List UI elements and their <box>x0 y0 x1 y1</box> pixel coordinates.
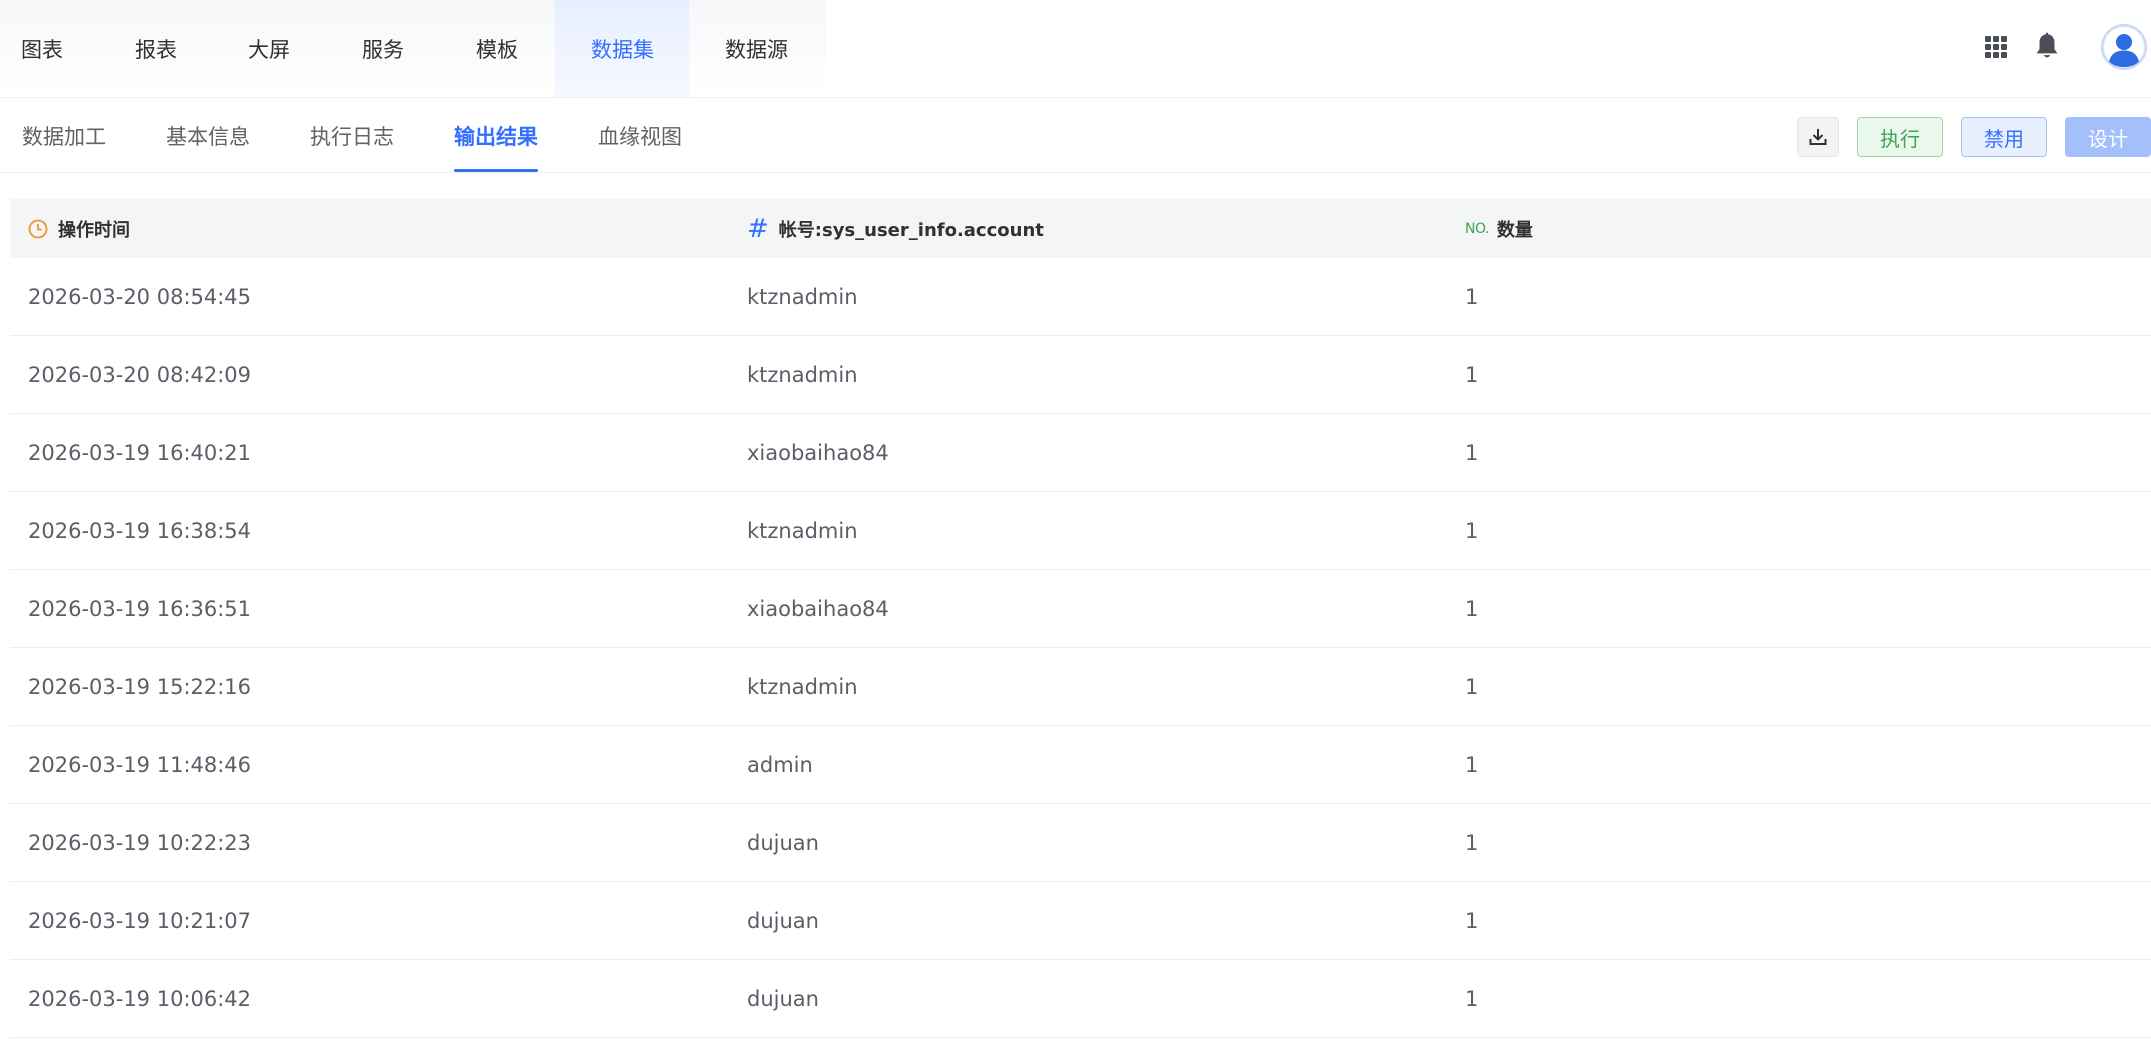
cell-time: 2026-03-19 10:22:23 <box>28 831 252 855</box>
nav-item-templates[interactable]: 模板 <box>476 0 518 97</box>
cell-time: 2026-03-19 10:06:42 <box>28 987 252 1011</box>
clock-icon <box>28 219 48 239</box>
cell-count: 1 <box>1465 285 1479 309</box>
cell-account: ktznadmin <box>747 285 858 309</box>
apps-grid-icon[interactable] <box>1985 36 2007 58</box>
output-results-table: 操作时间 # 帐号:sys_user_info.account NO. 数量 2… <box>10 199 2151 1038</box>
cell-account: xiaobaihao84 <box>747 597 889 621</box>
bell-icon[interactable] <box>2033 32 2061 62</box>
cell-account: ktznadmin <box>747 675 858 699</box>
hash-icon: # <box>747 213 769 244</box>
cell-count: 1 <box>1465 753 1479 777</box>
top-navigation: 图表 报表 大屏 服务 模板 数据集 数据源 <box>0 0 2151 98</box>
cell-time: 2026-03-19 16:36:51 <box>28 597 252 621</box>
cell-time: 2026-03-19 11:48:46 <box>28 753 252 777</box>
cell-time: 2026-03-19 16:40:21 <box>28 441 252 465</box>
download-button[interactable] <box>1797 117 1839 157</box>
tab-data-processing[interactable]: 数据加工 <box>22 98 106 173</box>
cell-account: dujuan <box>747 987 819 1011</box>
table-row[interactable]: 2026-03-19 16:38:54 ktznadmin 1 <box>10 492 2151 570</box>
column-header-count[interactable]: NO. 数量 <box>1465 199 1533 258</box>
cell-time: 2026-03-19 10:21:07 <box>28 909 252 933</box>
column-label: 帐号:sys_user_info.account <box>778 219 1044 241</box>
cell-time: 2026-03-19 16:38:54 <box>28 519 252 543</box>
tab-execution-log[interactable]: 执行日志 <box>310 98 394 173</box>
nav-item-services[interactable]: 服务 <box>362 0 404 97</box>
table-row[interactable]: 2026-03-20 08:42:09 ktznadmin 1 <box>10 336 2151 414</box>
cell-count: 1 <box>1465 831 1479 855</box>
design-button[interactable]: 设计 <box>2065 117 2151 157</box>
table-row[interactable]: 2026-03-19 10:22:23 dujuan 1 <box>10 804 2151 882</box>
cell-account: admin <box>747 753 813 777</box>
cell-count: 1 <box>1465 909 1479 933</box>
column-header-time[interactable]: 操作时间 <box>28 199 130 258</box>
nav-item-datasources[interactable]: 数据源 <box>725 0 788 97</box>
cell-time: 2026-03-19 15:22:16 <box>28 675 252 699</box>
table-row[interactable]: 2026-03-19 11:48:46 admin 1 <box>10 726 2151 804</box>
number-icon: NO. <box>1465 220 1489 237</box>
cell-time: 2026-03-20 08:54:45 <box>28 285 252 309</box>
nav-item-dashboard[interactable]: 大屏 <box>248 0 290 97</box>
table-header: 操作时间 # 帐号:sys_user_info.account NO. 数量 <box>10 199 2151 258</box>
cell-account: dujuan <box>747 909 819 933</box>
cell-count: 1 <box>1465 987 1479 1011</box>
tab-basic-info[interactable]: 基本信息 <box>166 98 250 173</box>
cell-count: 1 <box>1465 675 1479 699</box>
column-header-account[interactable]: # 帐号:sys_user_info.account <box>747 199 1044 258</box>
nav-background <box>0 0 826 97</box>
column-label: 操作时间 <box>58 219 130 241</box>
nav-item-datasets[interactable]: 数据集 <box>591 0 654 97</box>
user-avatar[interactable] <box>2101 24 2147 70</box>
cell-count: 1 <box>1465 363 1479 387</box>
disable-button[interactable]: 禁用 <box>1961 117 2047 157</box>
cell-count: 1 <box>1465 597 1479 621</box>
tab-output-results[interactable]: 输出结果 <box>454 98 538 173</box>
cell-account: ktznadmin <box>747 519 858 543</box>
cell-account: xiaobaihao84 <box>747 441 889 465</box>
column-label: 数量 <box>1496 219 1533 241</box>
table-row[interactable]: 2026-03-20 08:54:45 ktznadmin 1 <box>10 258 2151 336</box>
nav-item-charts[interactable]: 图表 <box>21 0 63 97</box>
cell-time: 2026-03-20 08:42:09 <box>28 363 252 387</box>
cell-count: 1 <box>1465 519 1479 543</box>
run-button[interactable]: 执行 <box>1857 117 1943 157</box>
table-row[interactable]: 2026-03-19 16:36:51 xiaobaihao84 1 <box>10 570 2151 648</box>
table-row[interactable]: 2026-03-19 10:06:42 dujuan 1 <box>10 960 2151 1038</box>
user-avatar-icon <box>2104 27 2144 67</box>
nav-item-reports[interactable]: 报表 <box>135 0 177 97</box>
cell-account: ktznadmin <box>747 363 858 387</box>
table-row[interactable]: 2026-03-19 15:22:16 ktznadmin 1 <box>10 648 2151 726</box>
active-tab-indicator <box>454 169 538 172</box>
tab-lineage-view[interactable]: 血缘视图 <box>598 98 682 173</box>
cell-count: 1 <box>1465 441 1479 465</box>
table-row[interactable]: 2026-03-19 10:21:07 dujuan 1 <box>10 882 2151 960</box>
table-row[interactable]: 2026-03-19 16:40:21 xiaobaihao84 1 <box>10 414 2151 492</box>
download-icon <box>1809 129 1827 145</box>
cell-account: dujuan <box>747 831 819 855</box>
